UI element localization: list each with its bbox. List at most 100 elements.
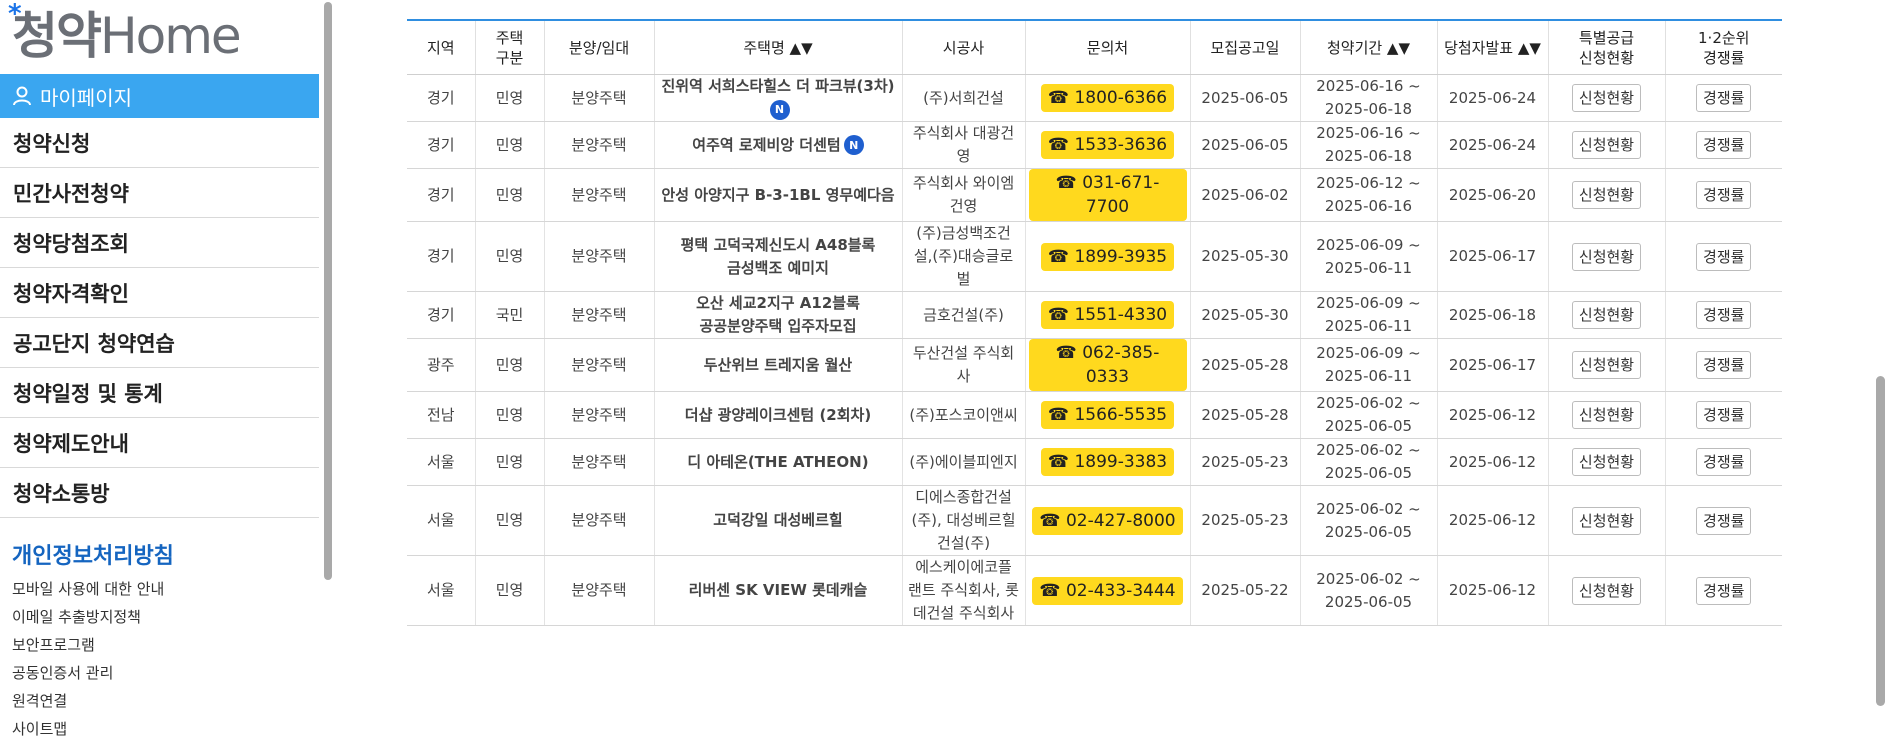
sidebar-scrollbar[interactable] (324, 2, 332, 580)
link-sitemap[interactable]: 사이트맵 (12, 715, 164, 743)
sidebar-item-eligibility[interactable]: 청약자격확인 (0, 268, 319, 318)
phone-badge[interactable]: ☎ 062-385-0333 (1028, 339, 1187, 391)
house-name-link[interactable]: 여주역 로제비앙 더센텀 (692, 136, 840, 154)
house-name-link[interactable]: 리버센 SK VIEW 롯데캐슬 (689, 581, 868, 599)
apply-status-button[interactable]: 신청현황 (1571, 242, 1642, 271)
cell-announce-date: 2025-06-12 (1436, 555, 1548, 626)
apply-status-button[interactable]: 신청현황 (1571, 181, 1642, 209)
table-body: 경기 민영 분양주택 진위역 서희스타힐스 더 파크뷰(3차)N (주)서희건설 ☎ 18… (407, 74, 1782, 626)
cell-period: 2025-06-16 ~2025-06-18 (1299, 74, 1437, 122)
cell-house-name[interactable]: 안성 아양지구 B-3-1BL 영무예다음 (653, 168, 902, 222)
phone-badge[interactable]: ☎ 1566-5535 (1040, 401, 1175, 429)
apply-status-button[interactable]: 신청현황 (1571, 351, 1642, 379)
cell-supply: 분양주택 (543, 438, 654, 486)
cell-builder: 금호건설(주) (901, 291, 1025, 339)
sidebar-item-winner-lookup[interactable]: 청약당첨조회 (0, 218, 319, 268)
cell-house-name[interactable]: 오산 세교2지구 A12블록 공공분양주택 입주자모집 (653, 291, 902, 339)
phone-badge[interactable]: ☎ 02-433-3444 (1032, 576, 1183, 605)
phone-badge[interactable]: ☎ 031-671-7700 (1028, 169, 1187, 221)
house-name-link[interactable]: 두산위브 트레지움 월산 (704, 356, 852, 374)
col-header-house-name[interactable]: 주택명 ▲▼ (653, 20, 902, 75)
apply-status-button[interactable]: 신청현황 (1571, 301, 1642, 329)
cell-contact: ☎ 02-433-3444 (1024, 555, 1190, 626)
cell-house-name[interactable]: 디 아테온(THE ATHEON) (653, 438, 902, 486)
apply-status-button[interactable]: 신청현황 (1571, 448, 1642, 476)
sidebar-item-pre-subscription[interactable]: 민간사전청약 (0, 168, 319, 218)
cell-competition-rate: 경쟁률 (1664, 121, 1782, 169)
link-security-program[interactable]: 보안프로그램 (12, 631, 164, 659)
col-header-period[interactable]: 청약기간 ▲▼ (1299, 20, 1437, 75)
page-scrollbar[interactable] (1876, 376, 1885, 706)
house-name-link[interactable]: 고덕강일 대성베르힐 (713, 511, 842, 529)
phone-badge[interactable]: ☎ 02-427-8000 (1032, 506, 1183, 535)
sidebar: * 청약Home 마이페이지 청약신청 민간사전청약 청약당첨조회 청약자격확인 … (0, 0, 320, 741)
competition-rate-button[interactable]: 경쟁률 (1696, 448, 1752, 476)
phone-badge[interactable]: ☎ 1533-3636 (1040, 131, 1175, 159)
phone-badge[interactable]: ☎ 1800-6366 (1040, 84, 1175, 112)
house-name-link[interactable]: 평택 고덕국제신도시 A48블록 금성백조 예미지 (681, 236, 876, 277)
subscription-table: 지역 주택 구분 분양/임대 주택명 ▲▼ 시공사 문의처 모집공고일 청약기간 ▲▼ 당첨자발표… (407, 19, 1782, 626)
cell-special-status: 신청현황 (1547, 555, 1665, 626)
apply-status-button[interactable]: 신청현황 (1571, 401, 1642, 429)
competition-rate-button[interactable]: 경쟁률 (1696, 131, 1752, 159)
cell-builder: (주)서희건설 (901, 74, 1025, 122)
house-name-link[interactable]: 진위역 서희스타힐스 더 파크뷰(3차) (661, 77, 894, 95)
cell-house-name[interactable]: 여주역 로제비앙 더센텀 N (653, 121, 902, 169)
cell-supply: 분양주택 (543, 338, 654, 392)
competition-rate-button[interactable]: 경쟁률 (1696, 351, 1752, 379)
mypage-button[interactable]: 마이페이지 (0, 74, 319, 118)
cell-competition-rate: 경쟁률 (1664, 438, 1782, 486)
competition-rate-button[interactable]: 경쟁률 (1696, 301, 1752, 329)
privacy-policy-link[interactable]: 개인정보처리방침 (12, 538, 174, 570)
competition-rate-button[interactable]: 경쟁률 (1696, 84, 1752, 112)
cell-house-name[interactable]: 평택 고덕국제신도시 A48블록 금성백조 예미지 (653, 221, 902, 292)
cell-competition-rate: 경쟁률 (1664, 485, 1782, 556)
phone-badge[interactable]: ☎ 1899-3383 (1040, 448, 1175, 476)
cell-house-name[interactable]: 리버센 SK VIEW 롯데캐슬 (653, 555, 902, 626)
cell-builder: (주)포스코이앤씨 (901, 391, 1025, 439)
link-certificate[interactable]: 공동인증서 관리 (12, 659, 164, 687)
cell-announce-date: 2025-06-24 (1436, 74, 1548, 122)
house-name-link[interactable]: 디 아테온(THE ATHEON) (687, 453, 868, 471)
house-name-link[interactable]: 더샵 광양레이크센텀 (2회차) (685, 406, 871, 424)
cell-competition-rate: 경쟁률 (1664, 291, 1782, 339)
table-row: 서울 민영 분양주택 디 아테온(THE ATHEON) (주)에이블피엔지 ☎ 1899… (407, 438, 1782, 486)
cell-region: 서울 (407, 555, 475, 626)
cell-house-name[interactable]: 더샵 광양레이크센텀 (2회차) (653, 391, 902, 439)
apply-status-button[interactable]: 신청현황 (1571, 576, 1642, 605)
link-remote[interactable]: 원격연결 (12, 687, 164, 715)
phone-badge[interactable]: ☎ 1899-3935 (1040, 242, 1175, 271)
competition-rate-button[interactable]: 경쟁률 (1696, 576, 1752, 605)
competition-rate-button[interactable]: 경쟁률 (1696, 181, 1752, 209)
cell-builder: 에스케이에코플 랜트 주식회사, 롯 데건설 주식회사 (901, 555, 1025, 626)
apply-status-button[interactable]: 신청현황 (1571, 506, 1642, 535)
apply-status-button[interactable]: 신청현황 (1571, 131, 1642, 159)
competition-rate-button[interactable]: 경쟁률 (1696, 242, 1752, 271)
col-header-announce-date[interactable]: 당첨자발표 ▲▼ (1436, 20, 1548, 75)
sidebar-item-schedule-stats[interactable]: 청약일정 및 통계 (0, 368, 319, 418)
house-name-link[interactable]: 안성 아양지구 B-3-1BL 영무예다음 (661, 186, 894, 204)
cell-house-name[interactable]: 두산위브 트레지움 월산 (653, 338, 902, 392)
sidebar-item-system-guide[interactable]: 청약제도안내 (0, 418, 319, 468)
table-row: 광주 민영 분양주택 두산위브 트레지움 월산 두산건설 주식회 사 ☎ 062-385-0… (407, 338, 1782, 392)
cell-notice-date: 2025-06-02 (1189, 168, 1300, 222)
competition-rate-button[interactable]: 경쟁률 (1696, 506, 1752, 535)
cell-house-name[interactable]: 고덕강일 대성베르힐 (653, 485, 902, 556)
house-name-link[interactable]: 오산 세교2지구 A12블록 공공분양주택 입주자모집 (696, 294, 860, 335)
sidebar-item-apply[interactable]: 청약신청 (0, 118, 319, 168)
phone-badge[interactable]: ☎ 1551-4330 (1040, 301, 1175, 329)
logo-home: Home (100, 7, 242, 65)
cell-notice-date: 2025-05-28 (1189, 391, 1300, 439)
apply-status-button[interactable]: 신청현황 (1571, 84, 1642, 112)
cell-region: 경기 (407, 74, 475, 122)
site-logo[interactable]: * 청약Home (8, 1, 242, 65)
link-email-policy[interactable]: 이메일 추출방지정책 (12, 603, 164, 631)
cell-contact: ☎ 031-671-7700 (1024, 168, 1190, 222)
cell-region: 경기 (407, 168, 475, 222)
cell-supply: 분양주택 (543, 121, 654, 169)
cell-house-name[interactable]: 진위역 서희스타힐스 더 파크뷰(3차) N (653, 74, 902, 122)
competition-rate-button[interactable]: 경쟁률 (1696, 401, 1752, 429)
sidebar-item-practice[interactable]: 공고단지 청약연습 (0, 318, 319, 368)
sidebar-item-community[interactable]: 청약소통방 (0, 468, 319, 518)
link-mobile-guide[interactable]: 모바일 사용에 대한 안내 (12, 575, 164, 603)
